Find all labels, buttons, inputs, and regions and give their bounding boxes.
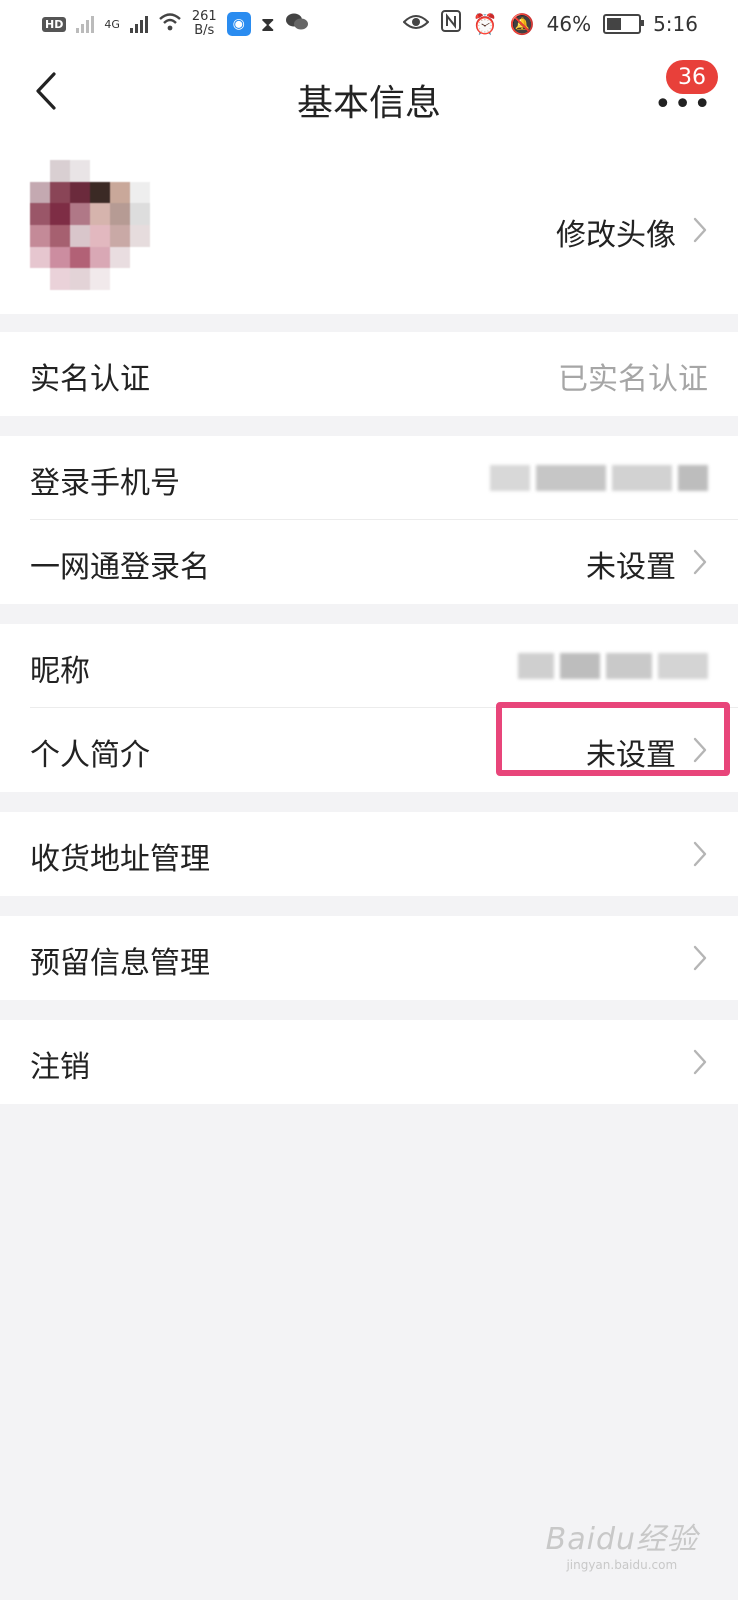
status-time: 5:16 [653, 11, 698, 36]
bio-value: 未设置 [586, 738, 676, 773]
reserved-info-section: 预留信息管理 [0, 916, 738, 1000]
no-signal-icon [76, 15, 95, 33]
address-management-label: 收货地址管理 [30, 842, 210, 877]
wifi-icon [158, 12, 182, 37]
chevron-right-icon [693, 217, 707, 243]
notification-badge: 36 [666, 60, 718, 94]
chevron-right-icon [693, 945, 707, 971]
nfc-icon [440, 10, 461, 37]
baidu-watermark: Baidu经验 jingyan.baidu.com [546, 1514, 698, 1572]
reserved-info-label: 预留信息管理 [30, 946, 210, 981]
account-section: 登录手机号 一网通登录名 未设置 [0, 436, 738, 604]
avatar-section: 修改头像 [0, 140, 738, 314]
more-button[interactable]: ••• 36 [644, 60, 718, 128]
status-bar-right: ⏰ 🔕 46% 5:16 [402, 10, 698, 37]
login-name-value: 未设置 [586, 550, 676, 585]
chevron-left-icon [36, 72, 56, 110]
battery-percent: 46% [546, 11, 592, 36]
verification-section: 实名认证 已实名认证 [0, 332, 738, 416]
change-avatar-label: 修改头像 [556, 218, 676, 253]
login-phone-label: 登录手机号 [30, 466, 180, 501]
watermark-text: Baidu经验 [545, 1522, 698, 1557]
hd-icon: HD [42, 16, 67, 32]
app-icon: ◉ [226, 12, 251, 36]
mute-icon: 🔕 [509, 11, 535, 36]
address-section: 收货地址管理 [0, 812, 738, 896]
net-speed-unit: B/s [194, 23, 215, 38]
back-button[interactable] [30, 68, 80, 118]
bio-row[interactable]: 个人简介 未设置 [0, 708, 738, 792]
cancel-account-label: 注销 [30, 1050, 90, 1085]
signal-icon [129, 15, 148, 33]
cancel-account-row[interactable]: 注销 [0, 1020, 738, 1104]
address-management-row[interactable]: 收货地址管理 [0, 812, 738, 896]
eye-icon [402, 12, 430, 36]
watermark-sub: jingyan.baidu.com [566, 1558, 678, 1572]
login-name-label: 一网通登录名 [30, 550, 210, 585]
net-speed: 261 B/s [192, 10, 217, 38]
login-name-row[interactable]: 一网通登录名 未设置 [0, 520, 738, 604]
hourglass-icon: ⧗ [260, 12, 275, 36]
login-phone-value-redacted [490, 458, 708, 498]
alarm-icon: ⏰ [472, 11, 498, 36]
chevron-right-icon [693, 1049, 707, 1075]
chevron-right-icon [693, 737, 707, 763]
change-avatar-row[interactable]: 修改头像 [0, 140, 738, 314]
cancel-account-section: 注销 [0, 1020, 738, 1104]
nickname-value-redacted [518, 646, 708, 686]
wechat-icon [285, 12, 309, 37]
real-name-label: 实名认证 [30, 362, 150, 397]
status-bar: HD 4G 261 B/s ◉ ⧗ ⏰ 🔕 46% 5:16 [0, 0, 738, 50]
nickname-row[interactable]: 昵称 [0, 624, 738, 708]
more-icon: ••• [654, 87, 714, 122]
status-bar-left: HD 4G 261 B/s ◉ ⧗ [42, 10, 309, 38]
reserved-info-row[interactable]: 预留信息管理 [0, 916, 738, 1000]
real-name-verification-row[interactable]: 实名认证 已实名认证 [0, 332, 738, 416]
real-name-status: 已实名认证 [558, 362, 708, 397]
network-type: 4G [104, 17, 120, 31]
bio-label: 个人简介 [30, 738, 150, 773]
page-title: 基本信息 [296, 83, 441, 124]
net-speed-value: 261 [191, 9, 217, 24]
personal-section: 昵称 个人简介 未设置 [0, 624, 738, 792]
chevron-right-icon [693, 549, 707, 575]
chevron-right-icon [693, 841, 707, 867]
login-phone-row[interactable]: 登录手机号 [0, 436, 738, 520]
nav-bar: 基本信息 ••• 36 [0, 50, 738, 140]
avatar [30, 160, 150, 290]
battery-level [607, 17, 621, 30]
nickname-label: 昵称 [30, 654, 90, 689]
battery-icon [603, 13, 645, 34]
